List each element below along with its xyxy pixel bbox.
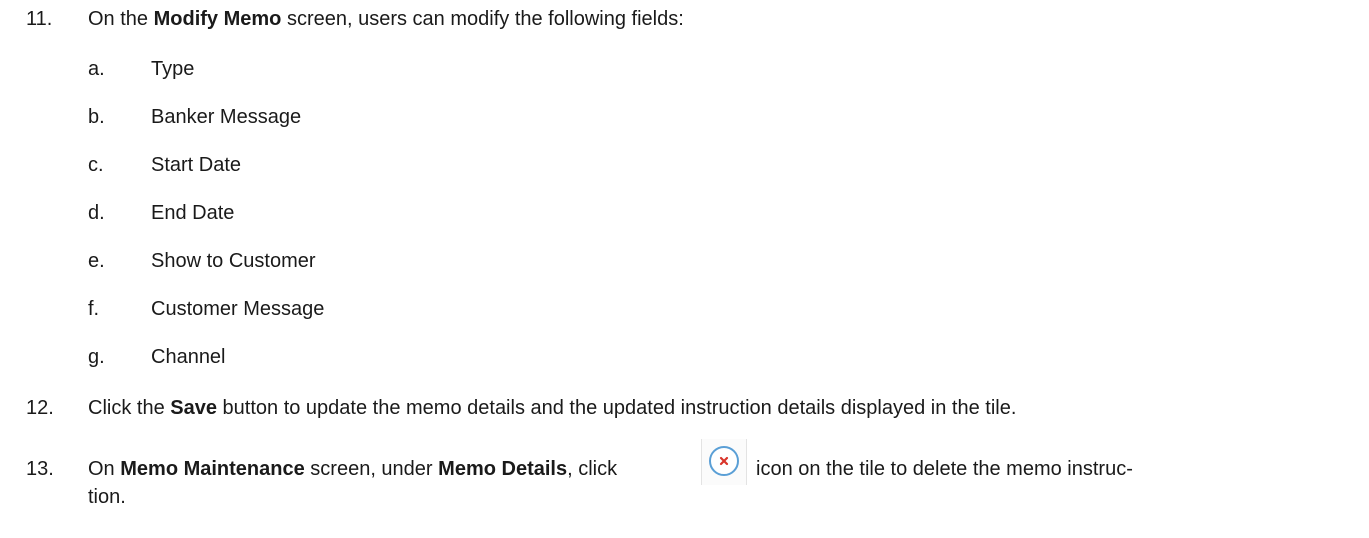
field-label: Banker Message <box>151 106 302 128</box>
step-text: Click the Save button to update the memo… <box>88 397 1017 419</box>
section-name: Memo Details <box>438 458 568 480</box>
step-number: 11. <box>26 8 53 30</box>
screen-name: Modify Memo <box>153 8 282 30</box>
step-number: 12. <box>26 397 54 419</box>
step-text: On Memo Maintenance screen, under Memo D… <box>88 458 618 480</box>
close-circle-icon <box>701 439 747 485</box>
button-name: Save <box>170 397 217 419</box>
screen-name: Memo Maintenance <box>120 458 305 480</box>
step-text-wrap: tion. <box>88 486 126 508</box>
field-label: Channel <box>151 346 226 368</box>
field-label: Start Date <box>151 154 242 176</box>
field-label: Show to Customer <box>151 250 316 272</box>
step-text-continued: icon on the tile to delete the memo inst… <box>756 458 1133 480</box>
step-number: 13. <box>26 458 54 480</box>
field-label: Type <box>151 58 195 80</box>
field-label: End Date <box>151 202 235 224</box>
field-label: Customer Message <box>151 298 325 320</box>
step-text: On the Modify Memo screen, users can mod… <box>88 8 684 30</box>
